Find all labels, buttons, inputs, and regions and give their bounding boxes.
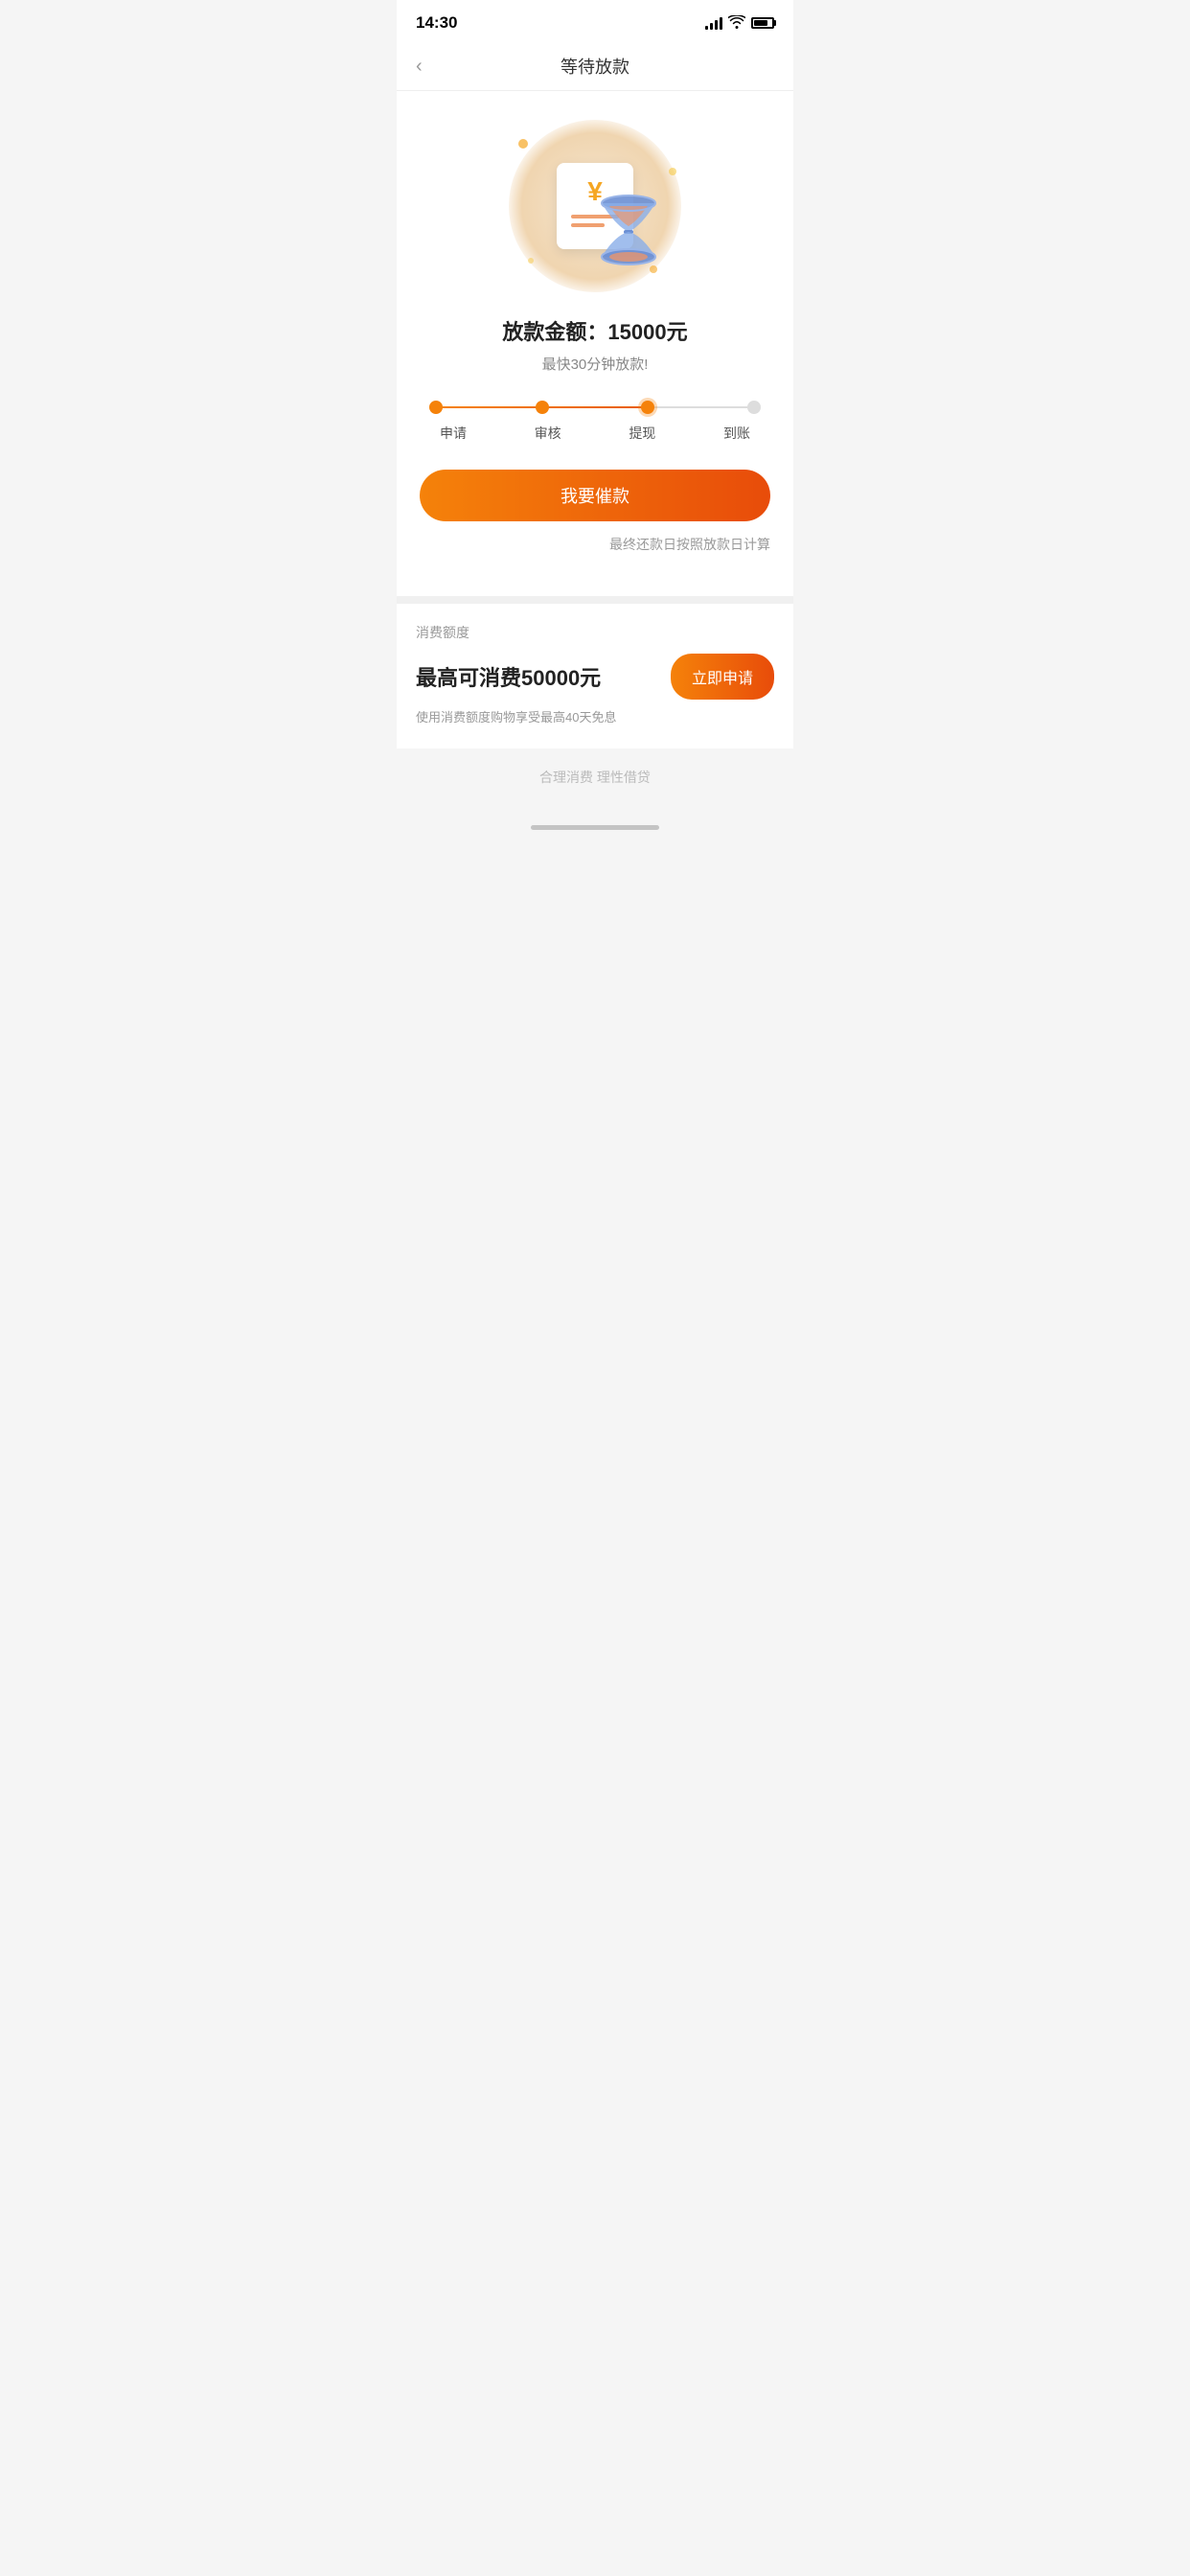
amount-section: 放款金额：15000元 最快30分钟放款! [420, 315, 770, 374]
progress-labels: 申请 审核 提现 到账 [429, 424, 761, 443]
wifi-icon [728, 15, 745, 32]
status-bar: 14:30 [397, 0, 793, 42]
decoration-dot-1 [518, 139, 528, 149]
progress-label-4: 到账 [713, 424, 761, 443]
hourglass-icon [595, 192, 662, 268]
consumption-label: 消费额度 [416, 623, 774, 642]
illustration-bg: ¥ [509, 120, 681, 292]
amount-subtitle: 最快30分钟放款! [420, 354, 770, 374]
back-button[interactable]: ‹ [412, 52, 426, 81]
consumption-amount: 最高可消费50000元 [416, 661, 601, 692]
main-content: ¥ [397, 91, 793, 596]
decoration-dot-2 [669, 168, 676, 175]
home-indicator [531, 825, 659, 830]
consumption-row: 最高可消费50000元 立即申请 [416, 654, 774, 700]
repay-note: 最终还款日按照放款日计算 [420, 535, 770, 573]
page-title: 等待放款 [561, 54, 629, 79]
progress-section: 申请 审核 提现 到账 [429, 401, 761, 443]
progress-label-1: 申请 [429, 424, 477, 443]
amount-value: 15000元 [607, 320, 687, 344]
section-divider [397, 596, 793, 604]
progress-dot-4 [747, 401, 761, 414]
decoration-dot-3 [528, 258, 534, 264]
progress-label-2: 审核 [524, 424, 572, 443]
status-time: 14:30 [416, 13, 457, 33]
progress-track [429, 401, 761, 414]
amount-prefix: 放款金额： [502, 320, 607, 344]
signal-icon [705, 16, 722, 30]
apply-button[interactable]: 立即申请 [671, 654, 774, 700]
battery-icon [751, 17, 774, 29]
amount-title: 放款金额：15000元 [420, 315, 770, 346]
progress-dot-3 [641, 401, 654, 414]
illustration: ¥ [420, 120, 770, 292]
footer-note: 合理消费 理性借贷 [397, 748, 793, 816]
nav-bar: ‹ 等待放款 [397, 42, 793, 91]
urge-button[interactable]: 我要催款 [420, 470, 770, 521]
progress-dot-1 [429, 401, 443, 414]
hourglass-wrapper: ¥ [557, 163, 633, 249]
consumption-card: 消费额度 最高可消费50000元 立即申请 使用消费额度购物享受最高40天免息 [397, 604, 793, 748]
status-icons [705, 15, 774, 32]
footer-text: 合理消费 理性借贷 [539, 770, 651, 785]
progress-label-3: 提现 [618, 424, 666, 443]
progress-dot-2 [536, 401, 549, 414]
consumption-desc: 使用消费额度购物享受最高40天免息 [416, 707, 774, 725]
